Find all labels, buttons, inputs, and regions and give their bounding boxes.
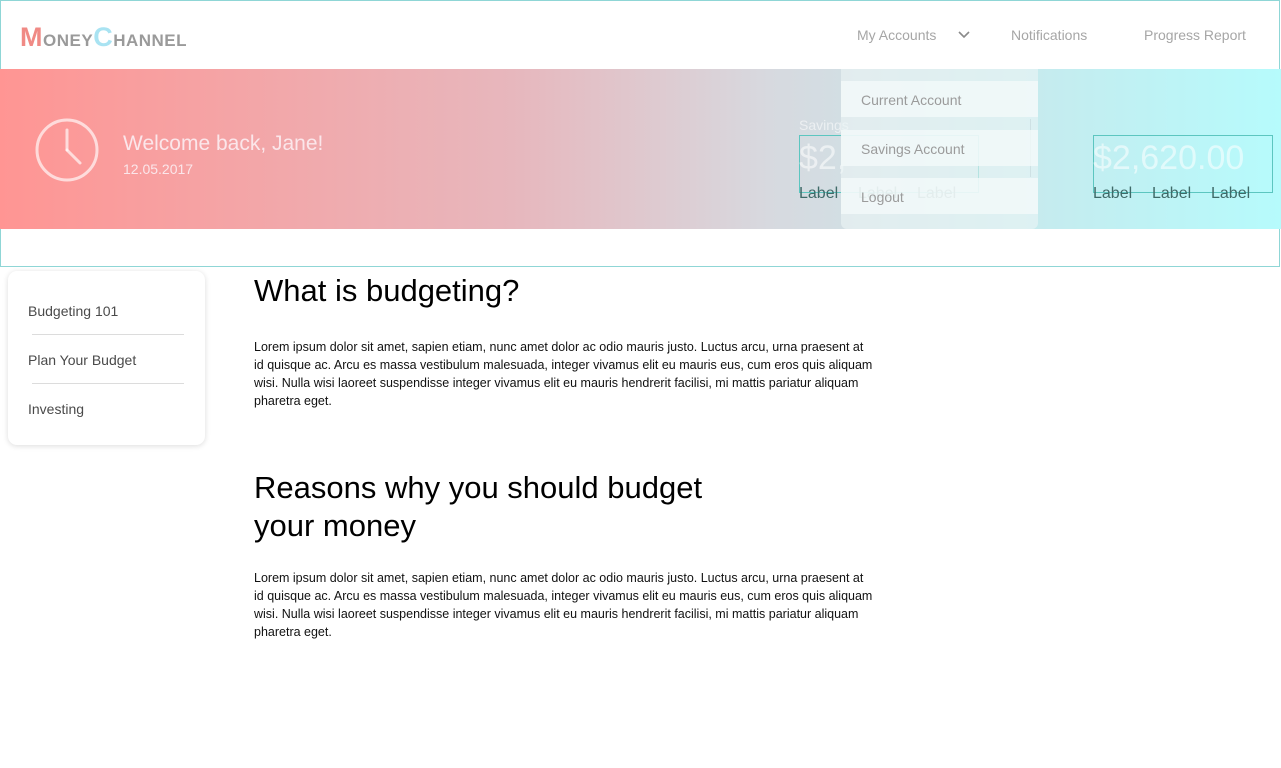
sidebar-divider	[32, 334, 184, 335]
top-header: MONEYCHANNEL My Accounts Notifications P…	[0, 0, 1281, 69]
section-paragraph-reasons: Lorem ipsum dolor sit amet, sapien etiam…	[254, 571, 873, 639]
sidebar-nav: Budgeting 101 Plan Your Budget Investing	[8, 271, 205, 445]
logo-text-oney: ONEY	[43, 31, 94, 50]
sidebar-item-plan-your-budget[interactable]: Plan Your Budget	[28, 352, 136, 368]
welcome-message: Welcome back, Jane!	[123, 132, 324, 155]
sidebar-item-budgeting-101[interactable]: Budgeting 101	[28, 303, 118, 319]
dropdown-item-logout[interactable]: Logout	[841, 178, 1038, 214]
chevron-down-icon[interactable]	[955, 27, 973, 43]
current-date: 12.05.2017	[123, 161, 194, 177]
current-sub-label-1: Label	[1093, 185, 1133, 202]
current-balance-amount: $2,620.00	[1093, 139, 1245, 177]
logo-text-hannel: HANNEL	[113, 31, 188, 50]
welcome-banner: Welcome back, Jane! 12.05.2017 Savings $…	[0, 69, 1281, 229]
section-heading-reasons: Reasons why you should budget your money	[254, 470, 703, 543]
accounts-dropdown-menu: Current Account Savings Account Logout	[841, 69, 1038, 229]
current-sub-label-3: Label	[1211, 185, 1251, 202]
current-sub-label-2: Label	[1152, 185, 1192, 202]
section-heading-budgeting: What is budgeting?	[254, 273, 520, 308]
nav-my-accounts[interactable]: My Accounts	[857, 27, 936, 43]
logo-letter-m: M	[20, 22, 43, 52]
nav-notifications[interactable]: Notifications	[1011, 27, 1087, 43]
dropdown-item-savings-account[interactable]: Savings Account	[841, 130, 1038, 166]
sidebar-item-investing[interactable]: Investing	[28, 401, 84, 417]
app-logo[interactable]: MONEYCHANNEL	[20, 22, 187, 53]
dropdown-item-current-account[interactable]: Current Account	[841, 81, 1038, 117]
section-paragraph-budgeting: Lorem ipsum dolor sit amet, sapien etiam…	[254, 340, 873, 408]
nav-progress-report[interactable]: Progress Report	[1144, 27, 1246, 43]
savings-balance-amount: $2,	[799, 139, 847, 177]
savings-sub-label-1: Label	[799, 185, 839, 202]
logo-letter-c: C	[93, 22, 114, 52]
clock-icon	[35, 118, 99, 182]
sidebar-divider	[32, 383, 184, 384]
